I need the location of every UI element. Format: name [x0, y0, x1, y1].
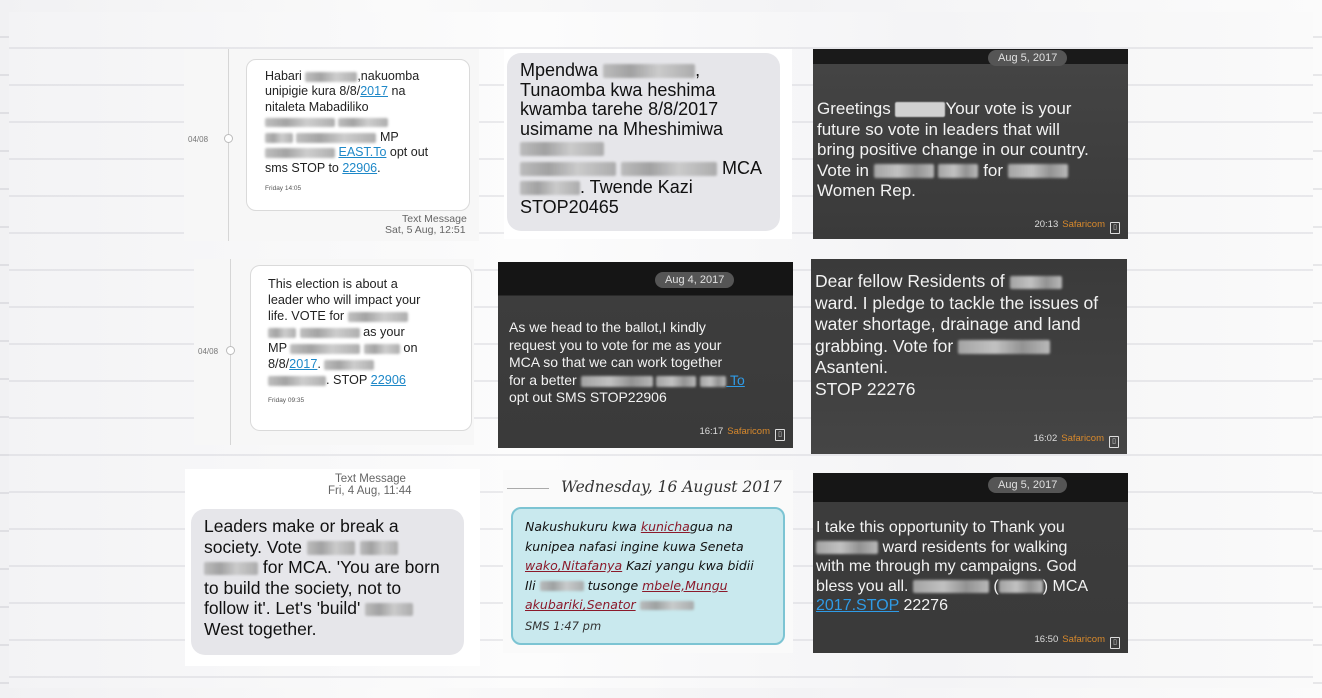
date-header: Wednesday, 16 August 2017 — [561, 478, 782, 496]
message-text: Dear fellow Residents of ward. I pledge … — [815, 271, 1099, 399]
sim-icon: ▯ — [1110, 222, 1120, 234]
message-meta: 16:50 Safaricom ▯ — [1034, 634, 1120, 649]
timeline-dot — [224, 134, 233, 143]
header-date: Fri, 4 Aug, 11:44 — [328, 485, 412, 497]
link-2017[interactable]: 2017 — [360, 84, 388, 98]
link-to[interactable]: To — [700, 372, 745, 388]
sms-screenshot-3: Aug 5, 2017 Greetings Your vote is your … — [813, 49, 1128, 239]
header-rule — [507, 488, 549, 489]
message-card: Habari ,nakuomba unipigie kura 8/8/2017 … — [246, 59, 470, 211]
header-title: Text Message — [335, 473, 406, 485]
message-text: Greetings Your vote is your future so vo… — [817, 99, 1089, 200]
link-stop[interactable]: 2017.STOP — [816, 597, 899, 614]
message-card: This election is about a leader who will… — [250, 265, 472, 431]
message-text: Leaders make or break a society. Vote fo… — [204, 516, 440, 639]
message-stamp: Friday 09:35 — [268, 397, 305, 404]
sms-screenshot-7: Text Message Fri, 4 Aug, 11:44 Leaders m… — [185, 469, 480, 666]
message-text: Habari ,nakuomba unipigie kura 8/8/2017 … — [265, 69, 465, 196]
message-bubble: Nakushukuru kwa kunichagua na kunipea na… — [511, 507, 785, 645]
sms-screenshot-6: Dear fellow Residents of ward. I pledge … — [811, 259, 1127, 454]
message-text: As we head to the ballot,I kindly reques… — [509, 319, 745, 406]
message-stamp: Friday 14:05 — [265, 185, 302, 193]
footer-date: Sat, 5 Aug, 12:51 — [385, 224, 466, 236]
message-meta: 16:02 Safaricom ▯ — [1033, 433, 1119, 448]
sms-screenshot-1: 04/08 Habari ,nakuomba unipigie kura 8/8… — [184, 49, 479, 241]
sms-screenshot-2: Mpendwa , Tunaomba kwa heshima kwamba ta… — [504, 49, 792, 239]
message-text: Nakushukuru kwa kunichagua na kunipea na… — [525, 517, 754, 636]
message-date: 04/08 — [198, 347, 219, 356]
sms-screenshot-8: Wednesday, 16 August 2017 Nakushukuru kw… — [503, 470, 793, 653]
message-meta: 16:17 Safaricom ▯ — [699, 426, 785, 441]
sms-screenshot-9: Aug 5, 2017 I take this opportunity to T… — [813, 473, 1128, 653]
date-pill: Aug 4, 2017 — [655, 272, 735, 288]
link-22906[interactable]: 22906 — [342, 161, 377, 175]
message-meta: 20:13 Safaricom ▯ — [1034, 219, 1120, 234]
message-text: This election is about a leader who will… — [268, 276, 468, 409]
message-text: I take this opportunity to Thank you war… — [816, 519, 1089, 614]
link-22906[interactable]: 22906 — [371, 373, 406, 387]
sms-screenshot-5: Aug 4, 2017 As we head to the ballot,I k… — [498, 262, 793, 448]
message-footer: SMS 1:47 pm — [525, 618, 602, 633]
sim-icon: ▯ — [1110, 637, 1120, 649]
sms-screenshot-4: 04/08 This election is about a leader wh… — [194, 259, 474, 445]
sim-icon: ▯ — [1109, 436, 1119, 448]
link-2017[interactable]: 2017 — [289, 357, 317, 371]
date-pill: Aug 5, 2017 — [988, 50, 1068, 66]
message-bubble: Mpendwa , Tunaomba kwa heshima kwamba ta… — [507, 53, 780, 231]
date-pill: Aug 5, 2017 — [988, 477, 1068, 493]
message-date: 04/08 — [188, 135, 209, 144]
message-bubble: Leaders make or break a society. Vote fo… — [191, 509, 464, 655]
link-east[interactable]: EAST.To — [338, 145, 386, 159]
sim-icon: ▯ — [775, 429, 785, 441]
message-text: Mpendwa , Tunaomba kwa heshima kwamba ta… — [520, 60, 763, 217]
timeline-dot — [226, 346, 235, 355]
timeline-rail — [228, 49, 229, 241]
